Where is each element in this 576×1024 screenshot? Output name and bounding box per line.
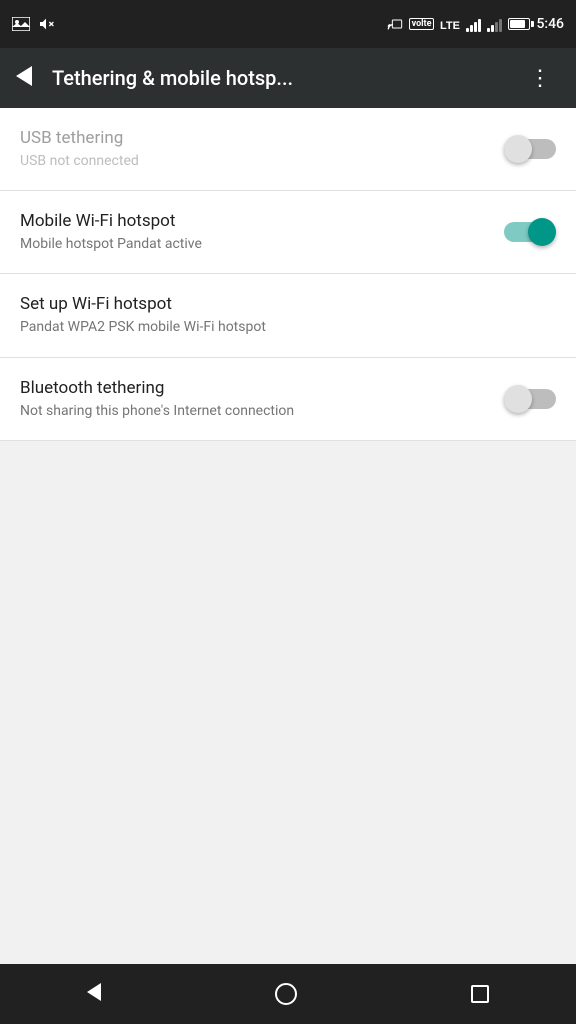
bluetooth-tethering-text: Bluetooth tethering Not sharing this pho… bbox=[20, 378, 504, 420]
setup-wifi-hotspot-text: Set up Wi-Fi hotspot Pandat WPA2 PSK mob… bbox=[20, 294, 556, 336]
page-title: Tethering & mobile hotsp... bbox=[52, 66, 521, 90]
bluetooth-tethering-toggle-thumb bbox=[504, 385, 532, 413]
wifi-hotspot-item[interactable]: Mobile Wi-Fi hotspot Mobile hotspot Pand… bbox=[0, 191, 576, 274]
cast-icon bbox=[387, 17, 403, 31]
nav-back-icon bbox=[87, 983, 101, 1001]
bluetooth-tethering-item[interactable]: Bluetooth tethering Not sharing this pho… bbox=[0, 358, 576, 441]
bluetooth-tethering-title: Bluetooth tethering bbox=[20, 378, 488, 398]
status-bar: volte LTE 5:46 bbox=[0, 0, 576, 48]
wifi-hotspot-subtitle: Mobile hotspot Pandat active bbox=[20, 235, 488, 253]
setup-wifi-hotspot-item[interactable]: Set up Wi-Fi hotspot Pandat WPA2 PSK mob… bbox=[0, 274, 576, 357]
bluetooth-tethering-toggle[interactable] bbox=[504, 384, 556, 414]
gallery-icon bbox=[12, 17, 30, 31]
navigation-bar bbox=[0, 964, 576, 1024]
battery-icon bbox=[508, 18, 530, 30]
svg-text:LTE: LTE bbox=[440, 20, 460, 31]
usb-tethering-item[interactable]: USB tethering USB not connected bbox=[0, 108, 576, 191]
overflow-menu-button[interactable]: ⋮ bbox=[521, 62, 560, 95]
status-bar-right-icons: volte LTE 5:46 bbox=[387, 16, 564, 32]
signal-strength-icon-2 bbox=[487, 16, 502, 32]
signal-strength-icon-1 bbox=[466, 16, 481, 32]
usb-tethering-text: USB tethering USB not connected bbox=[20, 128, 504, 170]
settings-content: USB tethering USB not connected Mobile W… bbox=[0, 108, 576, 964]
status-bar-left-icons bbox=[12, 16, 54, 32]
setup-wifi-hotspot-subtitle: Pandat WPA2 PSK mobile Wi-Fi hotspot bbox=[20, 318, 540, 336]
lte-icon: LTE bbox=[440, 17, 460, 31]
setup-wifi-hotspot-title: Set up Wi-Fi hotspot bbox=[20, 294, 540, 314]
back-arrow-icon bbox=[16, 66, 32, 86]
usb-tethering-title: USB tethering bbox=[20, 128, 488, 148]
usb-tethering-toggle-thumb bbox=[504, 135, 532, 163]
mute-icon bbox=[38, 16, 54, 32]
usb-tethering-toggle[interactable] bbox=[504, 134, 556, 164]
wifi-hotspot-toggle-thumb bbox=[528, 218, 556, 246]
wifi-hotspot-text: Mobile Wi-Fi hotspot Mobile hotspot Pand… bbox=[20, 211, 504, 253]
volte-badge: volte bbox=[409, 18, 435, 30]
settings-list: USB tethering USB not connected Mobile W… bbox=[0, 108, 576, 441]
nav-recents-button[interactable] bbox=[451, 975, 509, 1013]
wifi-hotspot-toggle[interactable] bbox=[504, 217, 556, 247]
nav-back-button[interactable] bbox=[67, 972, 121, 1016]
usb-tethering-subtitle: USB not connected bbox=[20, 152, 488, 170]
back-button[interactable] bbox=[16, 64, 32, 92]
app-bar: Tethering & mobile hotsp... ⋮ bbox=[0, 48, 576, 108]
nav-home-icon bbox=[275, 983, 297, 1005]
status-time: 5:46 bbox=[536, 16, 564, 32]
bluetooth-tethering-subtitle: Not sharing this phone's Internet connec… bbox=[20, 402, 488, 420]
wifi-hotspot-title: Mobile Wi-Fi hotspot bbox=[20, 211, 488, 231]
nav-recents-icon bbox=[471, 985, 489, 1003]
nav-home-button[interactable] bbox=[255, 973, 317, 1015]
